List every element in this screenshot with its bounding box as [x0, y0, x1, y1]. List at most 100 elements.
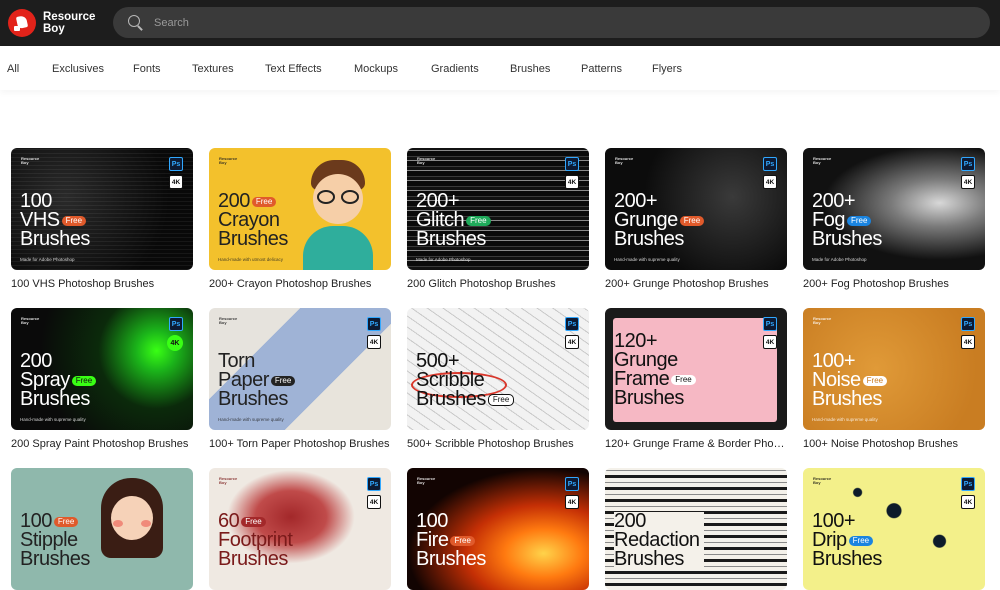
4k-badge: 4K	[169, 175, 183, 189]
product-card[interactable]: 200 Redaction Brushes	[605, 468, 787, 590]
4k-badge: 4K	[961, 495, 975, 509]
product-thumbnail: Resource Boy Ps 4K 100+ Noise Free Brushes…	[803, 308, 985, 430]
product-title[interactable]: 200+ Grunge Photoshop Brushes	[605, 278, 787, 290]
thumb-line-3: Brushes	[218, 228, 288, 250]
brand-label: Boy	[813, 480, 821, 485]
nav-item-gradients[interactable]: Gradients	[431, 63, 479, 75]
nav-item-patterns[interactable]: Patterns	[581, 63, 622, 75]
search-bar[interactable]	[113, 7, 990, 38]
thumb-tagline: Hand-made with utmost delicacy	[218, 257, 284, 262]
nav-item-text-effects[interactable]: Text Effects	[265, 63, 322, 75]
thumb-line-3: Brushes	[218, 388, 288, 410]
thumb-tagline: Hand-made with supreme quality	[218, 417, 284, 422]
search-input[interactable]	[154, 16, 954, 29]
product-title[interactable]: 200+ Fog Photoshop Brushes	[803, 278, 985, 290]
brand-label: Boy	[219, 160, 227, 165]
product-title[interactable]: 100+ Torn Paper Photoshop Brushes	[209, 438, 391, 450]
free-badge: Free	[53, 516, 79, 527]
thumb-line-3: Brushes	[812, 388, 882, 410]
brand-label: Boy	[417, 160, 425, 165]
photoshop-icon: Ps	[565, 317, 579, 331]
product-title[interactable]: 500+ Scribble Photoshop Brushes	[407, 438, 589, 450]
free-badge: Free	[61, 215, 87, 226]
site-logo[interactable]: Resource Boy	[8, 8, 108, 38]
brand-label: Boy	[21, 320, 29, 325]
product-card[interactable]: Resource Boy Ps 4K Torn Paper Free Brushes…	[209, 308, 391, 450]
product-card[interactable]: Resource Boy Ps 4K 100 VHS Free Brushes Ma…	[11, 148, 193, 290]
product-thumbnail: Ps 4K 500+ Scribble Brushes Free	[407, 308, 589, 430]
free-badge: Free	[679, 215, 705, 226]
photoshop-icon: Ps	[565, 157, 579, 171]
product-thumbnail: Resource Boy Ps 4K 100+ Drip Free Brushes	[803, 468, 985, 590]
product-card[interactable]: Resource Boy Ps 4K 200+ Fog Free Brushes M…	[803, 148, 985, 290]
free-badge: Free	[846, 215, 872, 226]
free-badge: Free	[466, 215, 491, 226]
logo-line-2: Boy	[43, 23, 65, 35]
photoshop-icon: Ps	[763, 157, 777, 171]
girl-illustration	[97, 478, 167, 568]
brand-label: Boy	[219, 320, 227, 325]
product-thumbnail: Resource Boy Ps 4K 200+ Glitch Free Brushe…	[407, 148, 589, 270]
thumb-line-3: Brushes	[416, 388, 486, 410]
product-card[interactable]: Resource Boy Ps 4K 100 Fire Free Brushes	[407, 468, 589, 590]
photoshop-icon: Ps	[961, 317, 975, 331]
product-card[interactable]: Resource Boy 200 Free Crayon Brushes Hand-…	[209, 148, 391, 290]
product-title[interactable]: 200 Glitch Photoshop Brushes	[407, 278, 589, 290]
product-thumbnail: Resource Boy 200 Free Crayon Brushes Hand-…	[209, 148, 391, 270]
free-badge: Free	[251, 196, 277, 207]
product-thumbnail: Ps 4K 120+ Grunge Frame Free Brushes	[605, 308, 787, 430]
4k-badge: 4K	[367, 495, 381, 509]
brand-label: Boy	[417, 480, 425, 485]
free-badge: Free	[848, 535, 874, 546]
4k-badge: 4K	[565, 335, 579, 349]
4k-badge: 4K	[367, 335, 381, 349]
product-card[interactable]: 100 Free Stipple Brushes	[11, 468, 193, 590]
4k-badge: 4K	[167, 335, 183, 351]
product-thumbnail: Resource Boy Ps 4K 100 VHS Free Brushes Ma…	[11, 148, 193, 270]
free-badge: Free	[450, 535, 475, 546]
free-badge: Free	[270, 375, 296, 386]
4k-badge: 4K	[565, 175, 579, 189]
thumb-tagline: Made for Adobe Photoshop	[812, 257, 867, 262]
nav-item-flyers[interactable]: Flyers	[652, 63, 682, 75]
nav-item-all[interactable]: All	[7, 63, 19, 75]
nav-item-brushes[interactable]: Brushes	[510, 63, 550, 75]
product-title[interactable]: 200 Spray Paint Photoshop Brushes	[11, 438, 193, 450]
photoshop-icon: Ps	[169, 157, 183, 171]
photoshop-icon: Ps	[367, 317, 381, 331]
product-card[interactable]: Resource Boy Ps 4K 200 Spray Free Brushes …	[11, 308, 193, 450]
nav-item-exclusives[interactable]: Exclusives	[52, 63, 104, 75]
thumb-line-3: Brushes	[20, 228, 90, 250]
free-badge: Free	[862, 375, 888, 386]
category-nav: All Exclusives Fonts Textures Text Effec…	[0, 46, 1000, 90]
product-title[interactable]: 120+ Grunge Frame & Border Photo...	[605, 438, 787, 450]
product-thumbnail: Resource Boy Ps 4K 200+ Grunge Free Brushe…	[605, 148, 787, 270]
logo-mark-icon	[8, 9, 36, 37]
nav-item-fonts[interactable]: Fonts	[133, 63, 161, 75]
product-thumbnail: 200 Redaction Brushes	[605, 468, 787, 590]
product-card[interactable]: Resource Boy Ps 4K 200+ Grunge Free Brushe…	[605, 148, 787, 290]
product-title[interactable]: 100+ Noise Photoshop Brushes	[803, 438, 985, 450]
product-thumbnail: Resource Boy Ps 4K 60 Free Footprint Brush…	[209, 468, 391, 590]
thumb-line-4: Brushes	[614, 387, 684, 409]
free-badge: Free	[71, 375, 97, 386]
photoshop-icon: Ps	[961, 477, 975, 491]
photoshop-icon: Ps	[961, 157, 975, 171]
nav-item-textures[interactable]: Textures	[192, 63, 234, 75]
product-card[interactable]: Resource Boy Ps 4K 200+ Glitch Free Brushe…	[407, 148, 589, 290]
4k-badge: 4K	[961, 175, 975, 189]
product-title[interactable]: 100 VHS Photoshop Brushes	[11, 278, 193, 290]
thumb-tagline: Made for Adobe Photoshop	[416, 257, 471, 262]
boy-illustration	[303, 160, 373, 270]
product-card[interactable]: Resource Boy Ps 4K 100+ Drip Free Brushes	[803, 468, 985, 590]
thumb-tagline: Hand-made with supreme quality	[20, 417, 86, 422]
product-card[interactable]: Ps 4K 120+ Grunge Frame Free Brushes 120+…	[605, 308, 787, 450]
product-card[interactable]: Ps 4K 500+ Scribble Brushes Free 500+ Scr…	[407, 308, 589, 450]
product-title[interactable]: 200+ Crayon Photoshop Brushes	[209, 278, 391, 290]
product-card[interactable]: Resource Boy Ps 4K 100+ Noise Free Brushes…	[803, 308, 985, 450]
product-card[interactable]: Resource Boy Ps 4K 60 Free Footprint Brush…	[209, 468, 391, 590]
thumb-tagline: Made for Adobe Photoshop	[20, 257, 75, 262]
free-badge: Free	[241, 516, 266, 527]
4k-badge: 4K	[961, 335, 975, 349]
nav-item-mockups[interactable]: Mockups	[354, 63, 398, 75]
